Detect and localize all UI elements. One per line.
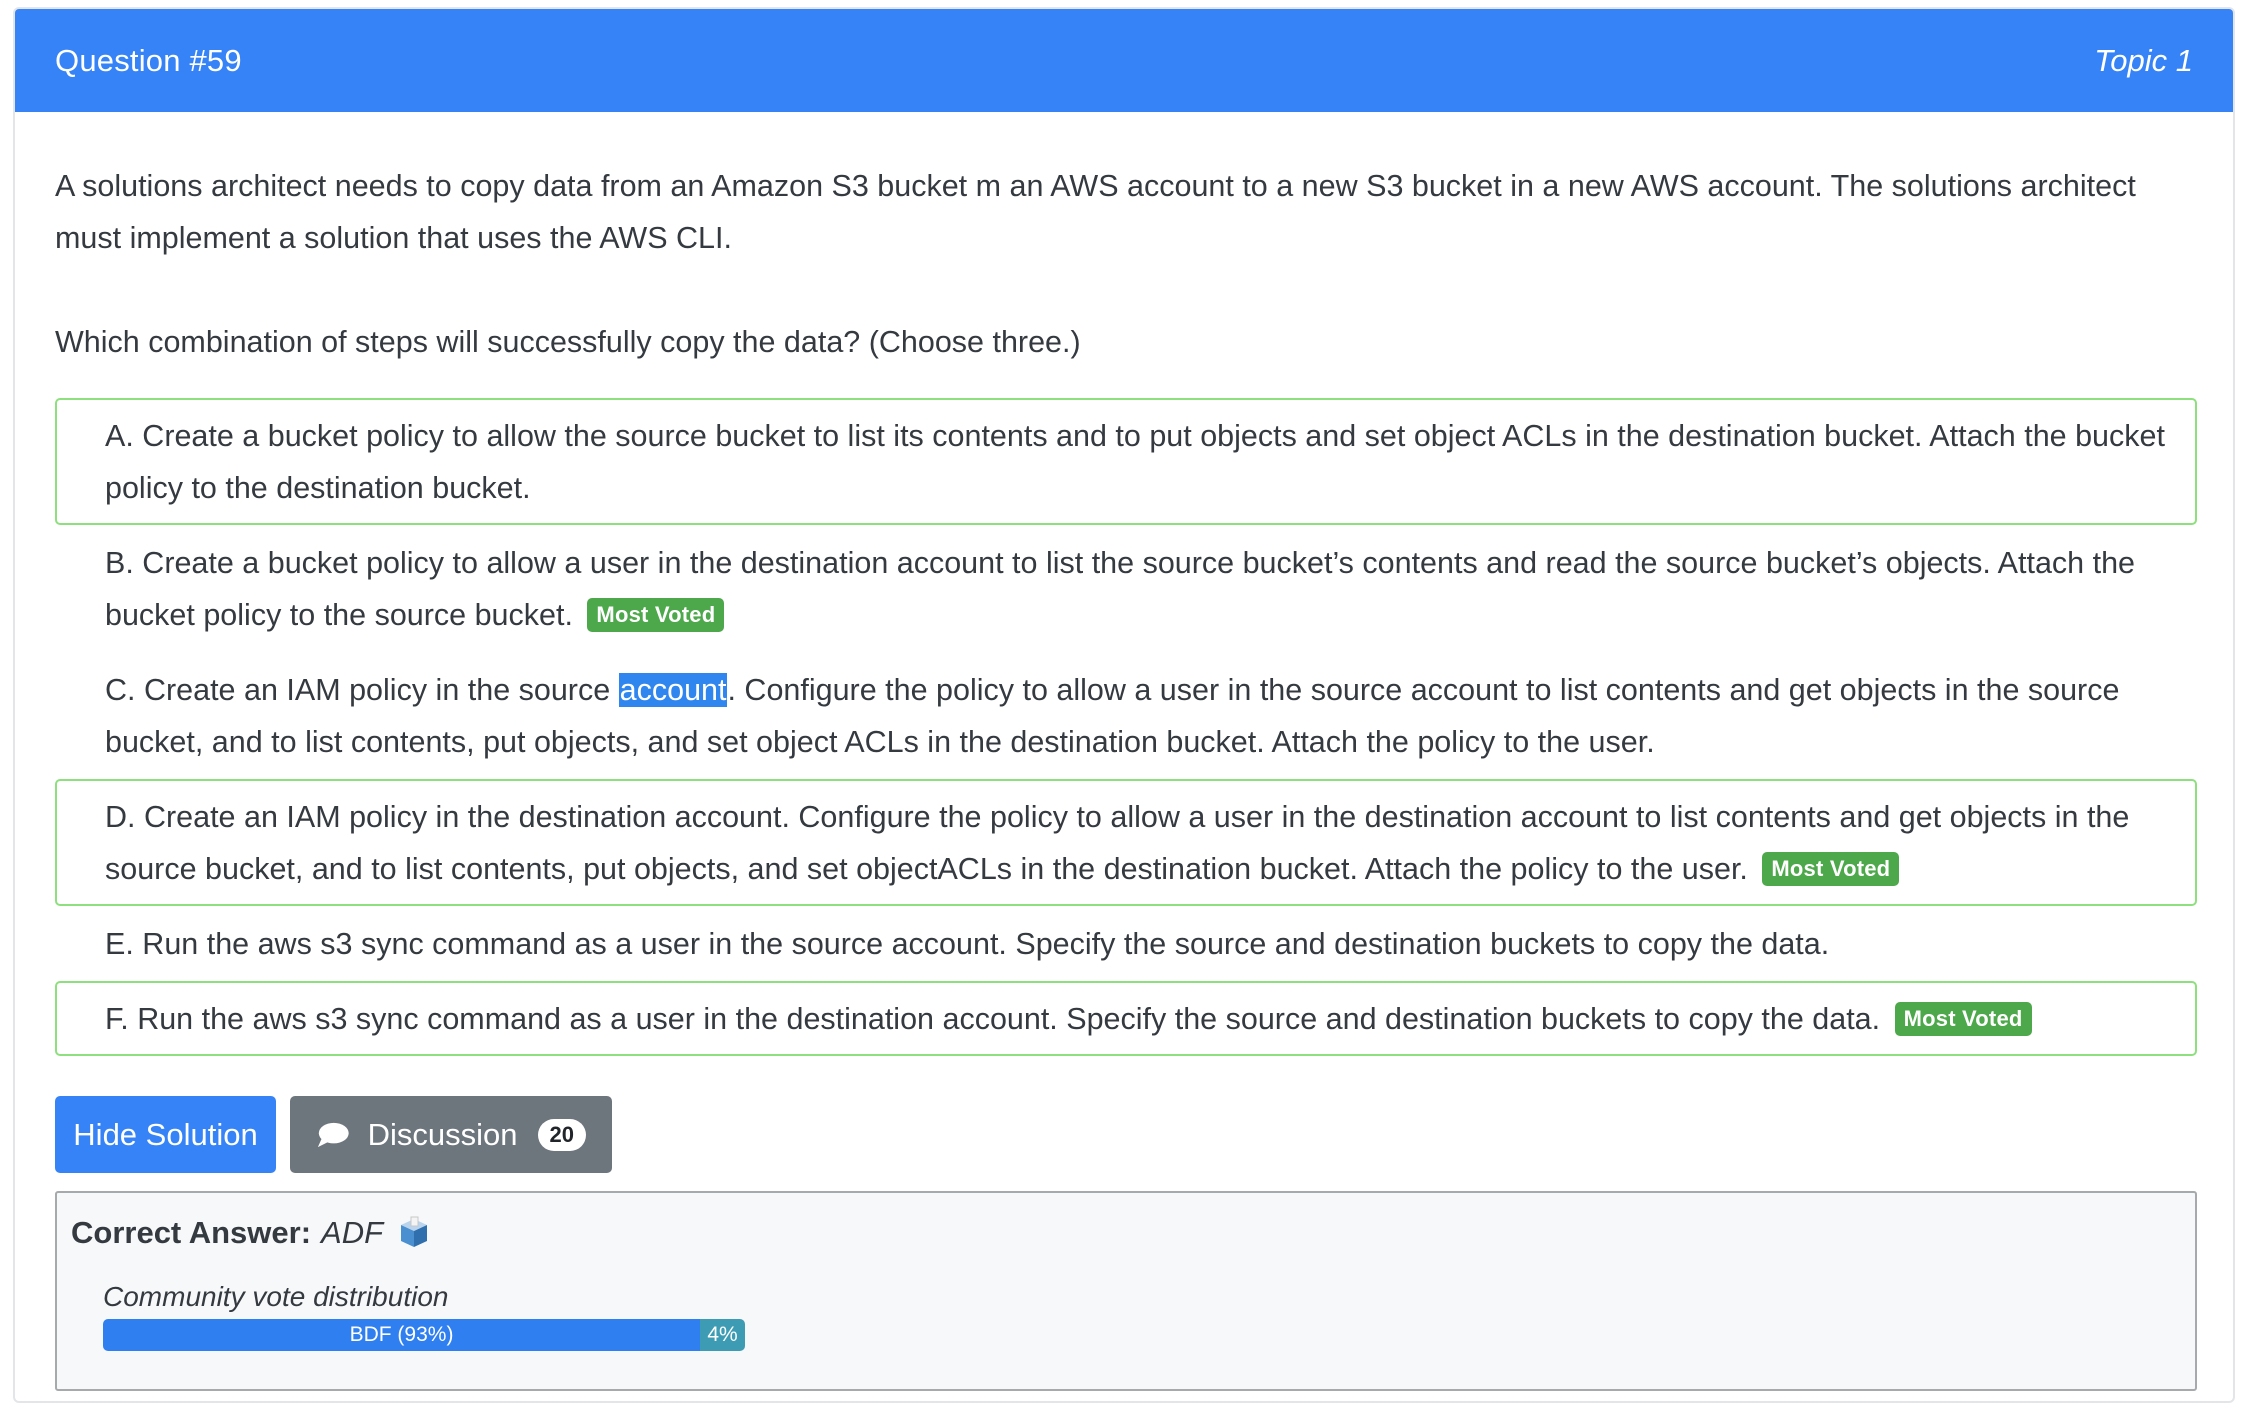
- question-number: Question #59: [55, 42, 242, 78]
- vote-distribution-bar: BDF (93%) 4%: [103, 1319, 745, 1351]
- vote-segment: BDF (93%): [103, 1319, 701, 1351]
- choice-text: B. Create a bucket policy to allow a use…: [105, 546, 2136, 632]
- action-buttons: Hide Solution Discussion 20: [55, 1096, 2193, 1173]
- choice-item[interactable]: A. Create a bucket policy to allow the s…: [55, 398, 2197, 525]
- question-card: Question #59 Topic 1 A solutions archite…: [13, 7, 2235, 1403]
- discussion-count-badge: 20: [537, 1118, 586, 1151]
- topic-label: Topic 1: [2094, 42, 2193, 78]
- discussion-label: Discussion: [367, 1116, 518, 1152]
- ballot-box-icon: [401, 1216, 428, 1247]
- answer-panel: Correct Answer: ADF Community vote distr…: [55, 1191, 2197, 1391]
- choice-item[interactable]: F. Run the aws s3 sync command as a user…: [55, 981, 2197, 1056]
- choice-item[interactable]: C. Create an IAM policy in the source ac…: [55, 652, 2197, 779]
- most-voted-badge: Most Voted: [1762, 852, 1900, 886]
- most-voted-badge: Most Voted: [1894, 1002, 2032, 1036]
- choice-item[interactable]: B. Create a bucket policy to allow a use…: [55, 525, 2197, 652]
- correct-answer-value: ADF: [321, 1215, 384, 1250]
- question-text: A solutions architect needs to copy data…: [55, 169, 2136, 255]
- hide-solution-button[interactable]: Hide Solution: [55, 1096, 276, 1173]
- chat-bubble-icon: [317, 1122, 349, 1147]
- correct-answer-line: Correct Answer: ADF: [71, 1215, 2181, 1251]
- choice-text: F. Run the aws s3 sync command as a user…: [105, 1002, 1881, 1036]
- question-prompt: Which combination of steps will successf…: [55, 325, 1081, 359]
- choice-item[interactable]: D. Create an IAM policy in the destinati…: [55, 779, 2197, 906]
- selected-text-highlight: account: [618, 673, 728, 707]
- most-voted-badge: Most Voted: [587, 598, 725, 632]
- vote-distribution-label: Community vote distribution: [103, 1281, 449, 1312]
- question-body: A solutions architect needs to copy data…: [15, 160, 2233, 1391]
- discussion-button[interactable]: Discussion 20: [290, 1096, 612, 1173]
- correct-answer-label: Correct Answer:: [71, 1215, 312, 1250]
- choice-item[interactable]: E. Run the aws s3 sync command as a user…: [55, 906, 2197, 981]
- choices-list: A. Create a bucket policy to allow the s…: [55, 398, 2197, 1056]
- question-header: Question #59 Topic 1: [15, 9, 2233, 112]
- choice-text: E. Run the aws s3 sync command as a user…: [105, 927, 1830, 961]
- choice-text: A. Create a bucket policy to allow the s…: [105, 419, 2165, 505]
- hide-solution-label: Hide Solution: [73, 1116, 258, 1152]
- choice-text: C. Create an IAM policy in the source: [105, 673, 619, 707]
- vote-segment: 4%: [700, 1319, 745, 1351]
